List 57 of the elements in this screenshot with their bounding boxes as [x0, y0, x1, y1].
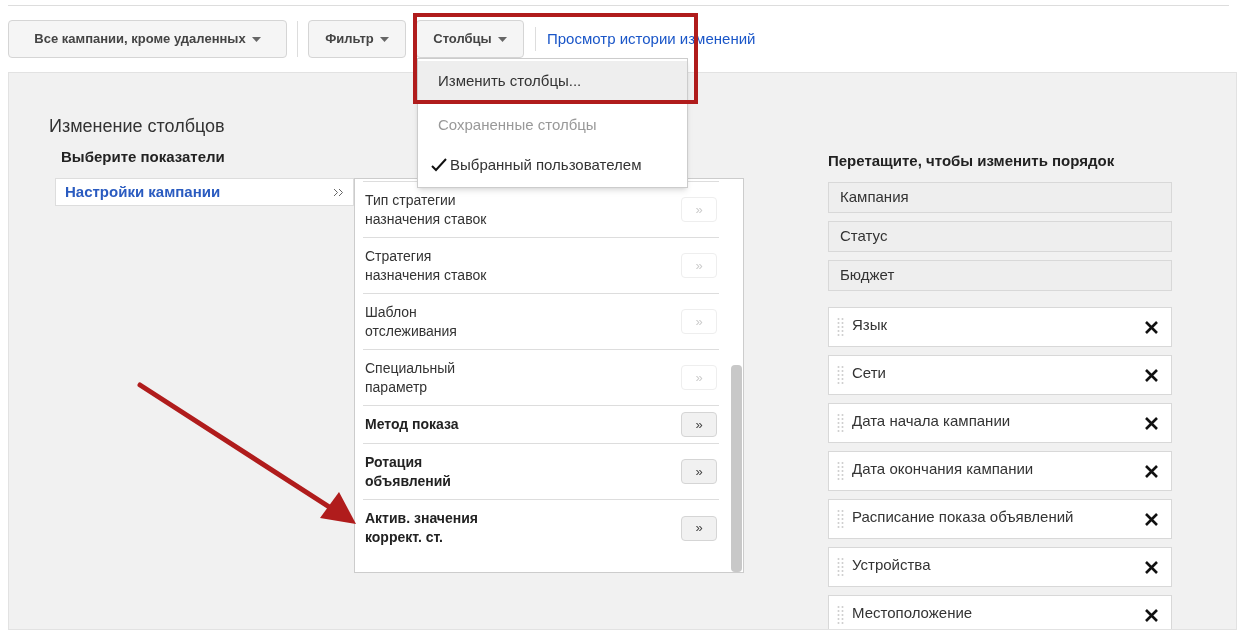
- close-icon[interactable]: [1144, 463, 1159, 479]
- column-item[interactable]: Местоположение: [828, 595, 1172, 629]
- filter-dropdown[interactable]: Фильтр: [308, 20, 406, 58]
- drag-handle-icon[interactable]: [837, 317, 844, 337]
- columns-dropdown[interactable]: Столбцы: [416, 20, 524, 58]
- close-icon[interactable]: [1144, 559, 1159, 575]
- metric-label: Стратегия назначения ставок: [365, 246, 487, 285]
- section-heading: Перетащите, чтобы изменить порядок: [828, 151, 1116, 171]
- drag-handle-icon[interactable]: [837, 413, 844, 433]
- column-label: Местоположение: [852, 602, 974, 623]
- fixed-column-item: Статус: [828, 221, 1172, 252]
- close-icon[interactable]: [1144, 607, 1159, 623]
- section-heading: Выберите показатели: [61, 147, 225, 167]
- checkmark-icon: [431, 158, 447, 172]
- column-item[interactable]: Устройства: [828, 547, 1172, 587]
- menu-item[interactable]: Изменить столбцы...: [418, 61, 687, 101]
- close-icon[interactable]: [1144, 415, 1159, 431]
- metric-label: Специальный параметр: [365, 358, 456, 397]
- category-label: Настройки кампании: [65, 181, 221, 202]
- drag-handle-icon[interactable]: [837, 557, 844, 577]
- campaign-filter-dropdown[interactable]: Все кампании, кроме удаленных: [8, 20, 287, 58]
- close-icon[interactable]: [1144, 511, 1159, 527]
- column-item[interactable]: Сети: [828, 355, 1172, 395]
- metric-label: Тип стратегии назначения ставок: [365, 190, 487, 229]
- column-label: Расписание показа объявлений: [852, 506, 1075, 527]
- menu-item[interactable]: Выбранный пользователем: [418, 145, 687, 185]
- drag-handle-icon[interactable]: [837, 509, 844, 529]
- dialog-title: Изменение столбцов: [49, 115, 225, 138]
- column-item[interactable]: Язык: [828, 307, 1172, 347]
- column-item[interactable]: Расписание показа объявлений: [828, 499, 1172, 539]
- fixed-column-item: Бюджет: [828, 260, 1172, 291]
- metric-label: Ротация объявлений: [365, 452, 451, 491]
- fixed-column-item: Кампания: [828, 182, 1172, 213]
- drag-handle-icon[interactable]: [837, 605, 844, 625]
- double-chevron-icon: [333, 187, 344, 197]
- drag-handle-icon[interactable]: [837, 365, 844, 385]
- add-button[interactable]: »: [681, 515, 717, 541]
- column-item[interactable]: Дата окончания кампании: [828, 451, 1172, 491]
- category-item[interactable]: Настройки кампании: [55, 178, 354, 206]
- column-item[interactable]: Дата начала кампании: [828, 403, 1172, 443]
- column-label: Устройства: [852, 554, 932, 575]
- add-button[interactable]: »: [681, 412, 717, 437]
- metric-label: Метод показа: [365, 415, 459, 434]
- add-button[interactable]: »: [681, 459, 717, 484]
- caret-icon: [379, 36, 389, 42]
- column-label: Сети: [852, 362, 887, 383]
- metric-label: Актив. значения коррект. ст.: [365, 509, 478, 547]
- caret-icon: [251, 36, 261, 42]
- close-icon[interactable]: [1144, 319, 1159, 335]
- metric-label: Шаблон отслеживания: [365, 302, 457, 341]
- caret-icon: [497, 36, 507, 42]
- column-label: Дата начала кампании: [852, 410, 1012, 431]
- scrollbar-thumb[interactable]: [731, 365, 742, 572]
- close-icon[interactable]: [1144, 367, 1159, 383]
- column-label: Язык: [852, 314, 889, 335]
- drag-handle-icon[interactable]: [837, 461, 844, 481]
- column-label: Дата окончания кампании: [852, 458, 1035, 479]
